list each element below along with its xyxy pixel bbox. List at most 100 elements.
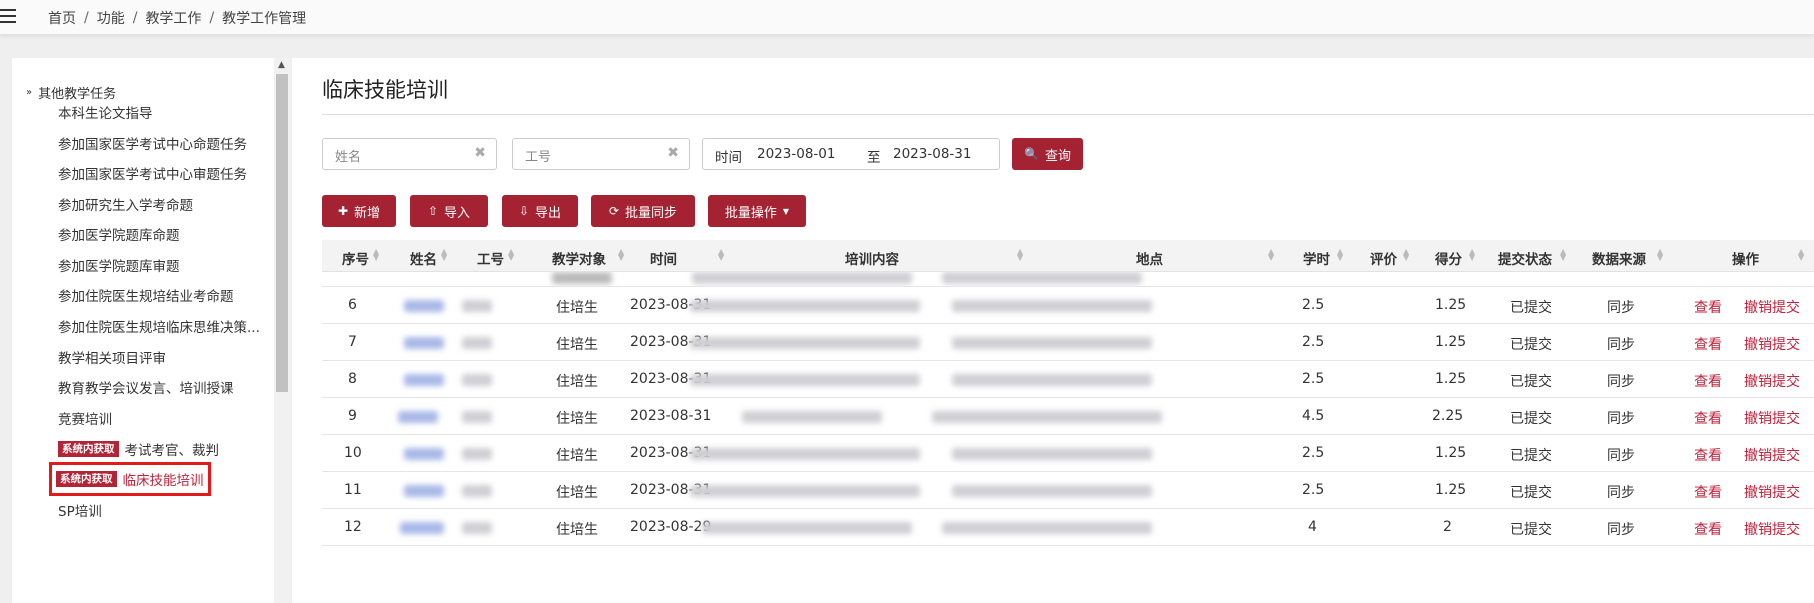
sidebar-item-thesis[interactable]: 本科生论文指导 [58, 102, 153, 122]
blurred-location [952, 485, 1152, 497]
table-row: 6 住培生 2023-08-31 2.5 1.25 已提交 同步 查看 撤销提交 [322, 287, 1814, 324]
sort-icon[interactable]: ▲ ▼ [718, 248, 724, 262]
import-button[interactable]: ⇧ 导入 [410, 195, 488, 227]
view-link[interactable]: 查看 [1694, 371, 1722, 391]
sort-icon[interactable]: ▲ ▼ [1337, 248, 1343, 262]
sort-icon[interactable]: ▲ ▼ [441, 248, 447, 262]
blurred-id [462, 522, 492, 534]
blurred-id [462, 374, 492, 386]
sidebar-item-conference[interactable]: 教育教学会议发言、培训授课 [58, 377, 234, 397]
view-link[interactable]: 查看 [1694, 482, 1722, 502]
refresh-icon: ⟳ [608, 204, 620, 218]
date-to[interactable]: 2023-08-31 [893, 146, 971, 162]
sort-icon[interactable]: ▲ ▼ [1268, 248, 1274, 262]
name-input[interactable]: 姓名 ✖ [322, 138, 497, 170]
th-time[interactable]: 时间 [650, 248, 677, 268]
th-no[interactable]: 序号 [342, 248, 369, 268]
sidebar-scrollbar[interactable]: ▲ [274, 58, 290, 603]
blurred-content [690, 337, 920, 349]
th-rating[interactable]: 评价 [1370, 248, 1397, 268]
date-from[interactable]: 2023-08-01 [757, 146, 835, 162]
table-row: 9 住培生 2023-08-31 4.5 2.25 已提交 同步 查看 撤销提交 [322, 398, 1814, 435]
blurred-location [932, 411, 1162, 423]
th-status[interactable]: 提交状态 [1498, 248, 1552, 268]
th-name[interactable]: 姓名 [410, 248, 437, 268]
sidebar-item-competition[interactable]: 竞赛培训 [58, 408, 112, 428]
breadcrumb-teaching[interactable]: 教学工作 [145, 8, 201, 28]
query-button[interactable]: 🔍 查询 [1012, 138, 1083, 170]
blurred-name [400, 522, 444, 534]
revoke-link[interactable]: 撤销提交 [1744, 519, 1800, 539]
revoke-link[interactable]: 撤销提交 [1744, 334, 1800, 354]
blurred-name [398, 411, 438, 423]
blurred-name [404, 374, 444, 386]
th-content[interactable]: 培训内容 [845, 248, 899, 268]
table-row: 11 住培生 2023-08-31 2.5 1.25 已提交 同步 查看 撤销提… [322, 472, 1814, 509]
caret-down-icon: ▼ [782, 206, 790, 216]
id-input[interactable]: 工号 ✖ [512, 138, 690, 170]
sidebar-item-bank-propose[interactable]: 参加医学院题库命题 [58, 224, 180, 244]
table-row: 8 住培生 2023-08-31 2.5 1.25 已提交 同步 查看 撤销提交 [322, 361, 1814, 398]
th-id[interactable]: 工号 [477, 248, 504, 268]
sort-icon[interactable]: ▲ ▼ [618, 248, 624, 262]
view-link[interactable]: 查看 [1694, 297, 1722, 317]
th-source[interactable]: 数据来源 [1592, 248, 1646, 268]
batch-operation-dropdown[interactable]: 批量操作 ▼ [708, 195, 806, 227]
sort-icon[interactable]: ▲ ▼ [373, 248, 379, 262]
blurred-id [462, 485, 492, 497]
export-button[interactable]: ⇩ 导出 [502, 195, 578, 227]
add-button[interactable]: ✚ 新增 [322, 195, 396, 227]
scrollbar-thumb[interactable] [276, 74, 288, 392]
sort-icon[interactable]: ▲ ▼ [1017, 248, 1023, 262]
th-target[interactable]: 教学对象 [552, 248, 606, 268]
blurred-content [742, 411, 882, 423]
sort-icon[interactable]: ▲ ▼ [1469, 248, 1475, 262]
revoke-link[interactable]: 撤销提交 [1744, 297, 1800, 317]
sidebar-item-examiner[interactable]: 系统内获取 考试考官、裁判 [58, 439, 219, 459]
view-link[interactable]: 查看 [1694, 445, 1722, 465]
view-link[interactable]: 查看 [1694, 334, 1722, 354]
sidebar-item-resident-thinking[interactable]: 参加住院医生规培临床思维决策... [58, 316, 260, 336]
table-row: 12 住培生 2023-08-29 4 2 已提交 同步 查看 撤销提交 [322, 509, 1814, 546]
blurred-location [952, 448, 1152, 460]
sidebar-item-project-review[interactable]: 教学相关项目评审 [58, 347, 166, 367]
view-link[interactable]: 查看 [1694, 519, 1722, 539]
date-range-field[interactable]: 时间 2023-08-01 至 2023-08-31 [702, 138, 1000, 170]
upload-icon: ⇧ [427, 204, 439, 218]
th-hours[interactable]: 学时 [1303, 248, 1330, 268]
sort-icon[interactable]: ▲ ▼ [1403, 248, 1409, 262]
sidebar-item-national-exam-propose[interactable]: 参加国家医学考试中心命题任务 [58, 133, 247, 153]
th-score[interactable]: 得分 [1435, 248, 1462, 268]
revoke-link[interactable]: 撤销提交 [1744, 482, 1800, 502]
sidebar-item-clinical-skills[interactable]: 系统内获取 临床技能培训 [49, 462, 211, 496]
title-divider [322, 114, 1814, 115]
sidebar-item-national-exam-review[interactable]: 参加国家医学考试中心审题任务 [58, 163, 247, 183]
sidebar-item-resident-exam[interactable]: 参加住院医生规培结业考命题 [58, 285, 234, 305]
batch-sync-button[interactable]: ⟳ 批量同步 [591, 195, 695, 227]
revoke-link[interactable]: 撤销提交 [1744, 445, 1800, 465]
revoke-link[interactable]: 撤销提交 [1744, 408, 1800, 428]
blurred-content [690, 448, 920, 460]
sort-icon[interactable]: ▲ ▼ [1560, 248, 1566, 262]
sidebar-item-grad-exam[interactable]: 参加研究生入学考命题 [58, 194, 193, 214]
sort-icon[interactable]: ▲ ▼ [1657, 248, 1663, 262]
sidebar-item-sp-training[interactable]: SP培训 [58, 500, 102, 520]
blurred-name [404, 337, 444, 349]
blurred-location [952, 337, 1152, 349]
sidebar-item-bank-review[interactable]: 参加医学院题库审题 [58, 255, 180, 275]
view-link[interactable]: 查看 [1694, 408, 1722, 428]
top-bar: 首页 / 功能 / 教学工作 / 教学工作管理 [0, 0, 1814, 35]
menu-icon[interactable] [0, 9, 16, 23]
sort-icon[interactable]: ▲ ▼ [1798, 248, 1804, 262]
clear-icon[interactable]: ✖ [667, 145, 679, 161]
sort-icon[interactable]: ▲ ▼ [508, 248, 514, 262]
clear-icon[interactable]: ✖ [474, 145, 486, 161]
breadcrumb-function[interactable]: 功能 [97, 8, 125, 28]
system-tag: 系统内获取 [58, 441, 119, 457]
revoke-link[interactable]: 撤销提交 [1744, 371, 1800, 391]
sidebar-group-other-tasks[interactable]: » 其他教学任务 [26, 83, 116, 102]
th-location[interactable]: 地点 [1136, 248, 1163, 268]
system-tag: 系统内获取 [56, 471, 117, 487]
breadcrumb-home[interactable]: 首页 [48, 8, 76, 28]
scroll-up-icon[interactable]: ▲ [278, 60, 285, 70]
